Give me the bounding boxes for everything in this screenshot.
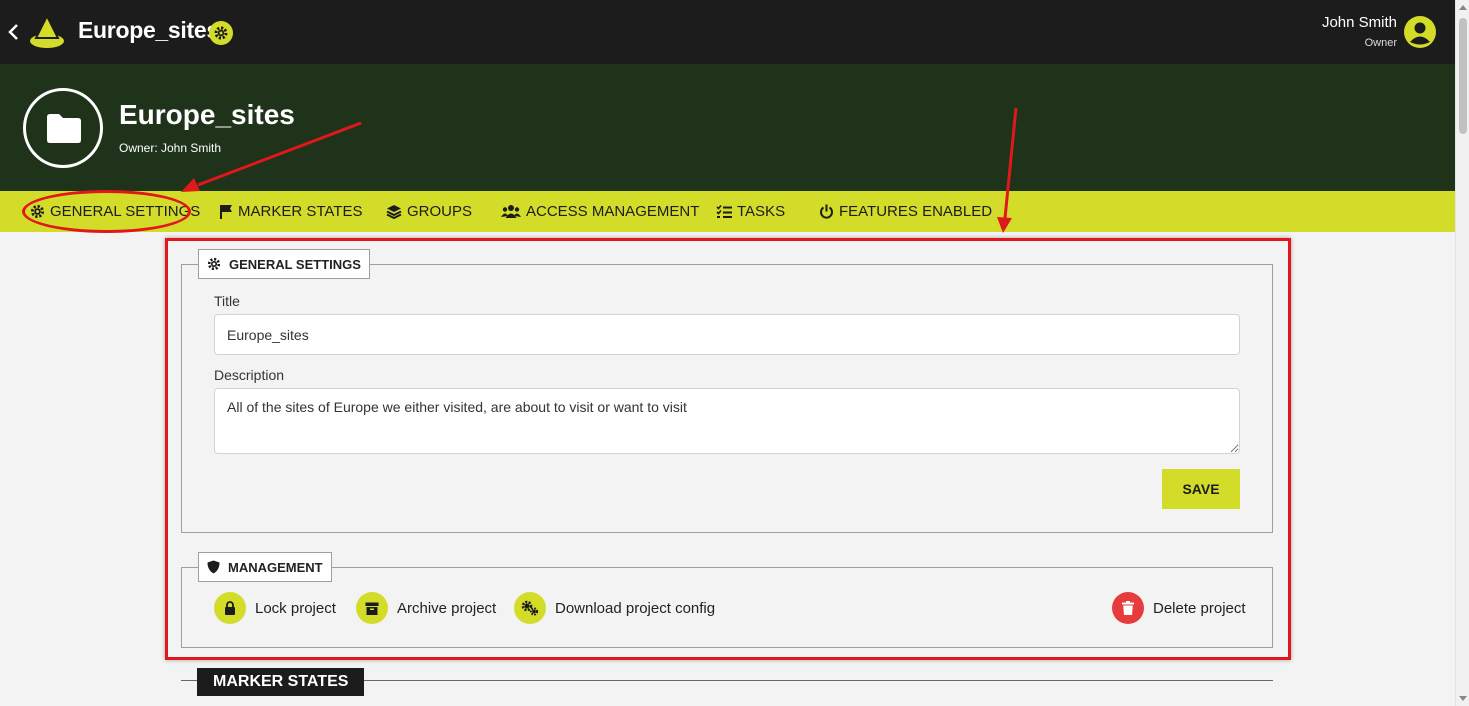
tab-tasks[interactable]: TASKS <box>716 191 785 232</box>
folder-icon <box>23 88 103 168</box>
management-legend: MANAGEMENT <box>198 552 332 582</box>
description-textarea[interactable]: All of the sites of Europe we either vis… <box>214 388 1240 454</box>
checklist-icon <box>716 204 732 218</box>
tab-features-enabled[interactable]: FEATURES ENABLED <box>819 191 992 232</box>
tab-label: GENERAL SETTINGS <box>50 203 201 220</box>
tab-label: MARKER STATES <box>238 203 363 220</box>
action-label: Archive project <box>397 599 497 617</box>
action-label: Lock project <box>255 599 336 617</box>
user-role: Owner <box>1364 37 1397 49</box>
app-title: Europe_sites <box>78 17 219 43</box>
general-settings-section: GENERAL SETTINGS Title Description All o… <box>181 249 1273 533</box>
action-label: Download project config <box>555 599 716 617</box>
user-name[interactable]: John Smith <box>1322 14 1397 31</box>
project-banner: Europe_sites Owner: John Smith <box>0 64 1455 191</box>
marker-states-heading: MARKER STATES <box>197 668 365 696</box>
tab-label: ACCESS MANAGEMENT <box>526 203 700 220</box>
title-input[interactable] <box>214 314 1240 355</box>
archive-icon <box>356 592 388 624</box>
gear-icon <box>30 204 45 219</box>
scroll-thumb[interactable] <box>1459 18 1467 134</box>
tab-access-management[interactable]: ACCESS MANAGEMENT <box>501 191 699 232</box>
save-button[interactable]: SAVE <box>1162 469 1240 509</box>
description-label: Description <box>214 367 285 383</box>
settings-tabs: GENERAL SETTINGS MARKER STATES GROUPS AC… <box>0 191 1455 232</box>
tab-label: TASKS <box>737 203 786 220</box>
delete-project-button[interactable]: Delete project <box>1112 592 1246 624</box>
archive-project-button[interactable]: Archive project <box>356 592 496 624</box>
user-avatar-icon[interactable] <box>1404 16 1436 48</box>
tab-label: GROUPS <box>407 203 473 220</box>
legend-label: MANAGEMENT <box>228 559 323 575</box>
tab-label: FEATURES ENABLED <box>839 203 993 220</box>
scroll-up-arrow-icon[interactable] <box>1459 5 1467 10</box>
tab-groups[interactable]: GROUPS <box>386 191 472 232</box>
management-section: MANAGEMENT Lock project Archive project <box>181 552 1273 648</box>
lock-icon <box>214 592 246 624</box>
trash-icon <box>1112 592 1144 624</box>
app-logo-icon[interactable] <box>28 14 66 50</box>
power-icon <box>820 204 833 219</box>
shield-icon <box>207 560 220 574</box>
title-label: Title <box>214 293 240 309</box>
users-icon <box>501 205 521 218</box>
gears-icon <box>514 592 546 624</box>
tab-general-settings[interactable]: GENERAL SETTINGS <box>30 191 200 232</box>
project-title: Europe_sites <box>119 99 295 130</box>
tab-marker-states[interactable]: MARKER STATES <box>219 191 362 232</box>
general-settings-legend: GENERAL SETTINGS <box>198 249 370 279</box>
scroll-down-arrow-icon[interactable] <box>1459 696 1467 701</box>
download-project-config-button[interactable]: Download project config <box>514 592 715 624</box>
layers-icon <box>386 205 402 219</box>
top-bar: Europe_sites John Smith Owner <box>0 0 1455 64</box>
legend-label: GENERAL SETTINGS <box>229 256 361 272</box>
action-label: Delete project <box>1153 599 1246 617</box>
project-owner: Owner: John Smith <box>119 141 222 155</box>
gear-icon <box>207 257 221 271</box>
back-arrow-icon[interactable] <box>6 22 22 42</box>
flag-icon <box>220 205 232 219</box>
page-scrollbar[interactable] <box>1455 0 1469 706</box>
project-settings-gear-icon[interactable] <box>209 21 233 45</box>
lock-project-button[interactable]: Lock project <box>214 592 336 624</box>
